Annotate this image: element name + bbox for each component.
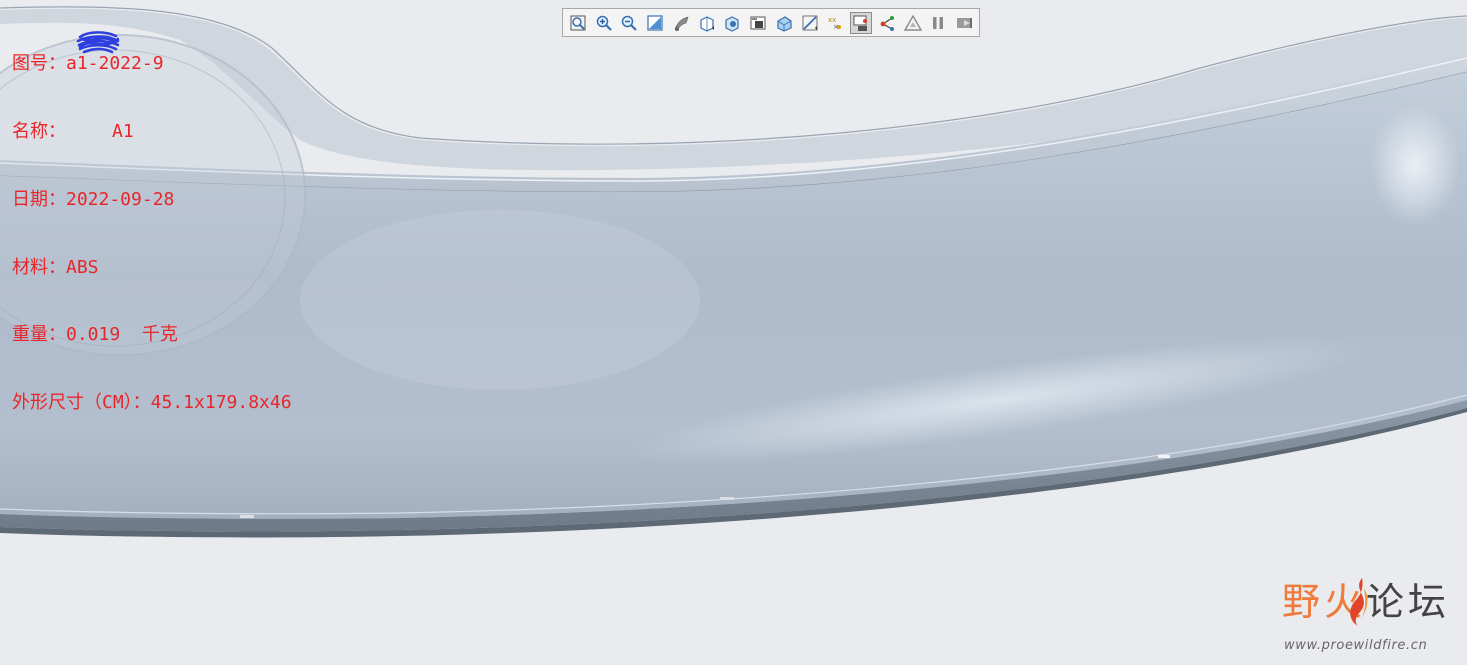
display-style-icon [674,16,689,31]
repaint-icon [647,14,663,31]
flame-icon [1350,578,1368,626]
view-toolbar: xx × [562,8,980,37]
part-name: 名称： A1 [12,121,292,144]
watermark-title-right: 论坛 [1366,580,1451,624]
datum-display-icon [802,15,818,30]
refit-button[interactable] [567,12,589,34]
spin-center-icon [853,15,868,31]
dimensions: 外形尺寸（CM）：45.1x179.8x46 [12,392,292,414]
saved-orientations-icon [700,15,714,32]
view-manager-button[interactable] [722,12,744,34]
drawing-number: 图号：a1-2022-9 [12,53,164,75]
view-manager-icon [725,15,739,32]
date: 日期：2022-09-28 [12,188,175,210]
zoom-in-button[interactable] [593,12,615,34]
next-icon [957,17,973,28]
annotation-display-button[interactable]: xx × [825,12,847,34]
section-icon [777,15,792,32]
part-name-label: 名称： [12,120,66,142]
zoom-out-icon [622,15,638,31]
refit-icon [570,15,586,30]
material: 材料：ABS [12,256,99,278]
display-style-button[interactable] [670,12,692,34]
part-name-value: A1 [112,120,134,142]
graphics-viewport[interactable]: xx × 图号：a1-2022-9 名称： A1 日期：2022-09-28 材料：… [0,0,1467,665]
model-info-panel: 图号：a1-2022-9 名称： A1 日期：2022-09-28 材料：ABS … [12,8,292,460]
forum-watermark: 野火论坛 www.proewildfire.cn [1282,578,1452,658]
csys-display-icon [880,15,894,31]
spin-center-button[interactable] [850,11,872,34]
zoom-out-button[interactable] [619,12,641,34]
watermark-url: www.proewildfire.cn [1284,638,1428,653]
triangle-button[interactable] [902,12,924,34]
weight: 重量：0.019 千克 [12,324,178,346]
pause-button[interactable] [928,12,950,34]
next-button[interactable] [953,12,975,34]
datum-display-button[interactable] [799,12,821,34]
perspective-view-icon [750,16,766,29]
csys-display-button[interactable] [876,12,898,34]
annotation-display-icon: xx× [828,16,842,31]
section-button[interactable] [773,12,795,34]
pause-icon [933,16,944,29]
zoom-in-icon [596,15,612,31]
saved-orientations-button[interactable] [696,12,718,34]
redaction-scribble [76,31,120,54]
perspective-view-button[interactable] [747,12,769,34]
repaint-button[interactable] [644,12,666,34]
triangle-icon [903,14,922,31]
